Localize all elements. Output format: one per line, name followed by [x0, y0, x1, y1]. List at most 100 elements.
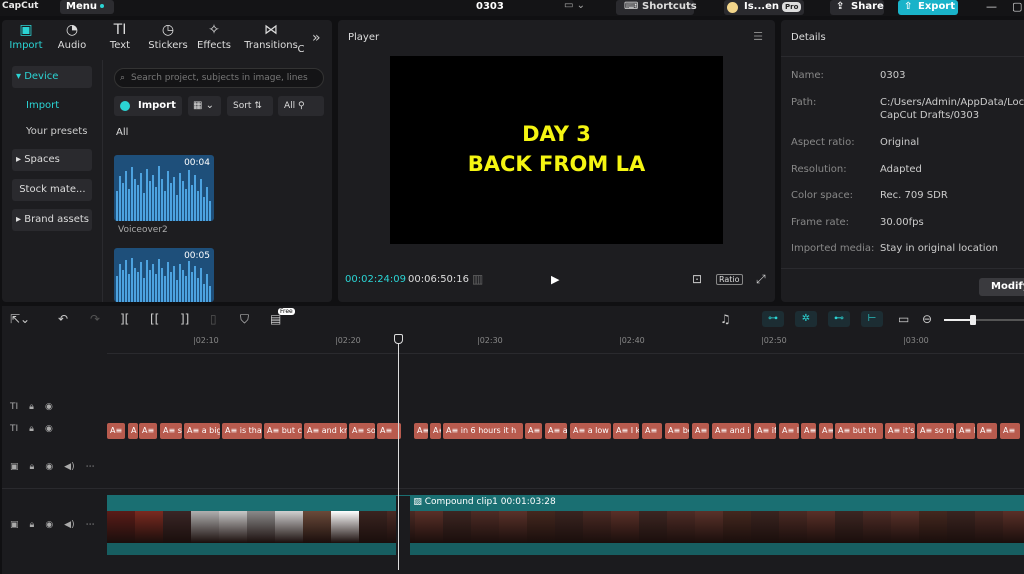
subtitle-clip[interactable]: A≡ be: [665, 423, 689, 439]
sidebar-item-presets[interactable]: Your presets: [26, 126, 87, 137]
subtitle-clip[interactable]: A≡: [1000, 423, 1020, 439]
subtitle-clip[interactable]: A≡ but c: [264, 423, 302, 439]
sidebar-item-import[interactable]: Import: [26, 100, 59, 111]
subtitle-clip[interactable]: A≡: [801, 423, 816, 439]
lock-icon[interactable]: 🔒︎: [29, 402, 34, 412]
subtitle-clip[interactable]: A≡ so: [349, 423, 375, 439]
tab-effects[interactable]: ✧ Effects: [192, 22, 236, 56]
sidebar-item-stock[interactable]: Stock mate...: [12, 179, 92, 201]
marker-icon[interactable]: ⛉: [240, 312, 249, 327]
search-input[interactable]: ⌕ Search project, subjects in image, lin…: [114, 68, 324, 88]
modify-button[interactable]: Modify: [979, 278, 1024, 296]
subtitle-clip[interactable]: A≡: [107, 423, 125, 439]
filter-button[interactable]: All ⚲: [278, 96, 324, 116]
tab-more[interactable]: C: [294, 44, 308, 56]
subtitle-clip[interactable]: A: [128, 423, 138, 439]
sidebar-item-spaces[interactable]: ▸ Spaces: [12, 149, 92, 171]
media-item[interactable]: 00:05: [114, 248, 214, 302]
tab-stickers[interactable]: ◷ Stickers: [146, 22, 190, 56]
subtitle-clip[interactable]: A≡ I c: [956, 423, 975, 439]
chevron-double-right-icon[interactable]: »: [312, 30, 321, 46]
sidebar-item-brand[interactable]: ▸ Brand assets: [12, 209, 92, 231]
layout-icon[interactable]: ▭ ⌄: [564, 0, 585, 11]
subtitle-clip[interactable]: A≡ I: [779, 423, 799, 439]
view-mode-button[interactable]: ▦ ⌄: [188, 96, 221, 116]
subtitle-clip[interactable]: A≡ I kno: [613, 423, 639, 439]
sort-button[interactable]: Sort ⇅: [227, 96, 273, 116]
split-left-icon[interactable]: [[: [150, 312, 159, 326]
import-button[interactable]: Import: [114, 96, 182, 116]
zoom-out-icon[interactable]: ⊖: [922, 312, 932, 326]
redo-icon[interactable]: ↷: [90, 312, 100, 326]
subtitle-clip[interactable]: A≡ a big: [184, 423, 220, 439]
tab-text[interactable]: TI Text: [98, 22, 142, 56]
tab-audio[interactable]: ◔ Audio: [50, 22, 94, 56]
subtitle-clip[interactable]: A≡: [414, 423, 428, 439]
preview-axis-icon[interactable]: ⊢: [861, 311, 883, 327]
fit-screen-icon[interactable]: ⊡: [692, 272, 702, 286]
split-right-icon[interactable]: ]]: [180, 312, 189, 326]
timeline-grid-icon[interactable]: ▥: [472, 272, 483, 286]
export-button[interactable]: ⇧ Export: [898, 0, 958, 15]
eye-icon[interactable]: ◉: [45, 462, 53, 472]
subtitle-clip[interactable]: A≡: [430, 423, 441, 439]
caption-icon[interactable]: ▭: [898, 312, 909, 326]
subtitle-clip[interactable]: A≡ it's: [885, 423, 915, 439]
select-tool-icon[interactable]: ⇱⌄: [10, 312, 30, 326]
eye-icon[interactable]: ◉: [45, 402, 53, 412]
subtitle-clip[interactable]: A≡ is tha: [222, 423, 262, 439]
subtitle-clip[interactable]: A≡: [642, 423, 662, 439]
tab-import[interactable]: ▣ Import: [4, 22, 48, 56]
snap-icon[interactable]: ✲: [795, 311, 817, 327]
playhead[interactable]: [398, 334, 399, 570]
zoom-slider-handle[interactable]: [970, 315, 976, 325]
more-icon[interactable]: ⋯: [86, 462, 95, 472]
subtitle-clip[interactable]: A≡ a low: [570, 423, 611, 439]
lock-icon[interactable]: 🔒︎: [29, 424, 34, 434]
fullscreen-icon[interactable]: ⤢: [756, 272, 766, 287]
volume-icon[interactable]: ◀): [64, 520, 74, 530]
subtitle-clip[interactable]: A≡ a: [545, 423, 567, 439]
sidebar-item-device[interactable]: ▾ Device: [12, 66, 92, 88]
menu-button[interactable]: Menu: [60, 0, 114, 14]
compound-clip-bar[interactable]: [107, 495, 1024, 511]
main-track-magnet-icon[interactable]: ⊶: [762, 311, 784, 327]
video-clip[interactable]: [107, 511, 1024, 543]
eye-icon[interactable]: ◉: [45, 424, 53, 434]
lock-icon[interactable]: 🔒︎: [30, 462, 35, 472]
time-ruler[interactable]: |02:10 |02:20 |02:30 |02:40 |02:50 |03:0…: [107, 334, 1024, 354]
subtitle-clip[interactable]: A≡: [525, 423, 542, 439]
split-icon[interactable]: ][: [120, 312, 129, 326]
subtitle-clip[interactable]: A≡ so m: [917, 423, 954, 439]
volume-icon[interactable]: ◀): [64, 462, 74, 472]
playhead-handle[interactable]: [394, 334, 403, 344]
ratio-button[interactable]: Ratio: [716, 274, 743, 285]
subtitle-clip[interactable]: A≡ and i: [712, 423, 751, 439]
tab-transitions[interactable]: ⋈ Transitions: [242, 22, 300, 56]
lock-icon[interactable]: 🔒︎: [30, 520, 35, 530]
shortcuts-button[interactable]: ⌨ Shortcuts: [616, 0, 697, 15]
video-preview[interactable]: DAY 3 BACK FROM LA: [390, 56, 723, 244]
link-icon[interactable]: ⊷: [828, 311, 850, 327]
subtitle-clip[interactable]: A≡: [692, 423, 709, 439]
subtitle-clip[interactable]: A≡ and kn: [304, 423, 347, 439]
share-button[interactable]: ⇪ Share: [830, 0, 884, 15]
more-icon[interactable]: ⋯: [86, 520, 95, 530]
eye-icon[interactable]: ◉: [45, 520, 53, 530]
subtitle-clip[interactable]: A≡: [977, 423, 997, 439]
hamburger-menu-icon[interactable]: ☰: [753, 30, 763, 43]
minimize-icon[interactable]: —: [986, 0, 997, 13]
undo-icon[interactable]: ↶: [58, 312, 68, 326]
subtitle-clip[interactable]: A≡ if: [754, 423, 776, 439]
subtitle-clip[interactable]: A≡ but th: [835, 423, 883, 439]
subtitle-clip[interactable]: A≡ in 6 hours it h: [443, 423, 523, 439]
subtitle-clip[interactable]: A≡ st: [160, 423, 182, 439]
media-item[interactable]: 00:04: [114, 155, 214, 221]
user-account-button[interactable]: Is...en Pro: [724, 0, 804, 15]
subtitle-clip[interactable]: A≡ i: [139, 423, 157, 439]
subtitle-clip[interactable]: A≡: [819, 423, 833, 439]
microphone-icon[interactable]: ♫: [720, 312, 731, 326]
play-icon[interactable]: ▶: [551, 273, 559, 286]
delete-icon[interactable]: ▯: [210, 312, 217, 326]
close-icon[interactable]: ▢: [1012, 0, 1022, 13]
